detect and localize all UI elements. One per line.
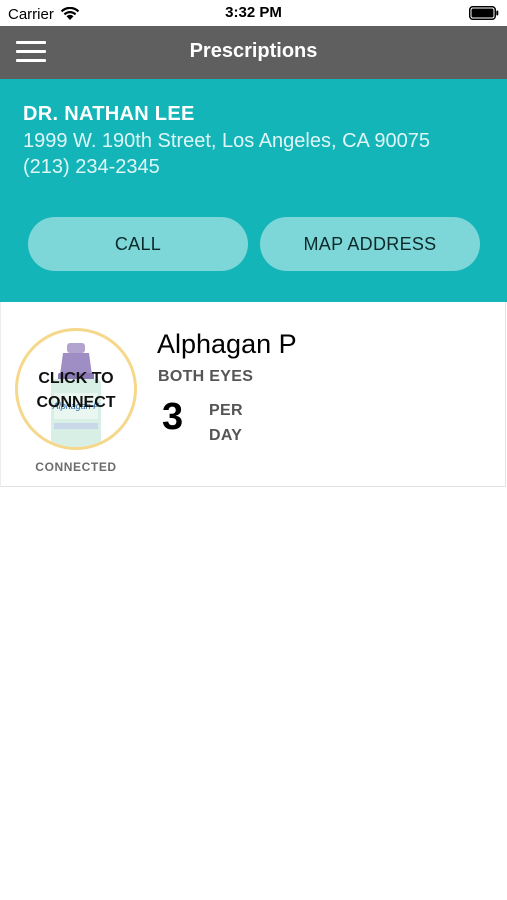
- prescription-card[interactable]: Alphagan P CLICK TO CONNECT CONNECTED Al…: [0, 302, 506, 487]
- nav-bar: Prescriptions: [0, 26, 507, 79]
- connect-label-line2: CONNECT: [36, 394, 116, 411]
- eye-label: BOTH EYES: [158, 368, 254, 385]
- doctor-address: 1999 W. 190th Street, Los Angeles, CA 90…: [23, 130, 430, 152]
- click-to-connect-button[interactable]: Alphagan P CLICK TO CONNECT: [15, 328, 137, 450]
- connect-label-line1: CLICK TO: [38, 370, 114, 387]
- doctor-panel: DR. NATHAN LEE 1999 W. 190th Street, Los…: [0, 79, 507, 302]
- dose-unit: PER DAY: [209, 398, 243, 448]
- page-title: Prescriptions: [189, 40, 318, 62]
- status-bar: Carrier 3:32 PM: [0, 0, 507, 26]
- connect-label: CLICK TO CONNECT: [18, 367, 134, 415]
- connection-status: CONNECTED: [35, 460, 117, 474]
- map-address-button[interactable]: MAP ADDRESS: [260, 217, 480, 271]
- dose-unit-line2: DAY: [209, 427, 243, 444]
- doctor-name: DR. NATHAN LEE: [23, 103, 195, 125]
- status-time: 3:32 PM: [225, 4, 282, 21]
- battery-icon: [469, 6, 499, 20]
- drug-name: Alphagan P: [157, 329, 297, 359]
- dose-count: 3: [162, 396, 184, 438]
- call-button[interactable]: CALL: [28, 217, 248, 271]
- dose-unit-line1: PER: [209, 402, 243, 419]
- doctor-phone: (213) 234-2345: [23, 156, 160, 178]
